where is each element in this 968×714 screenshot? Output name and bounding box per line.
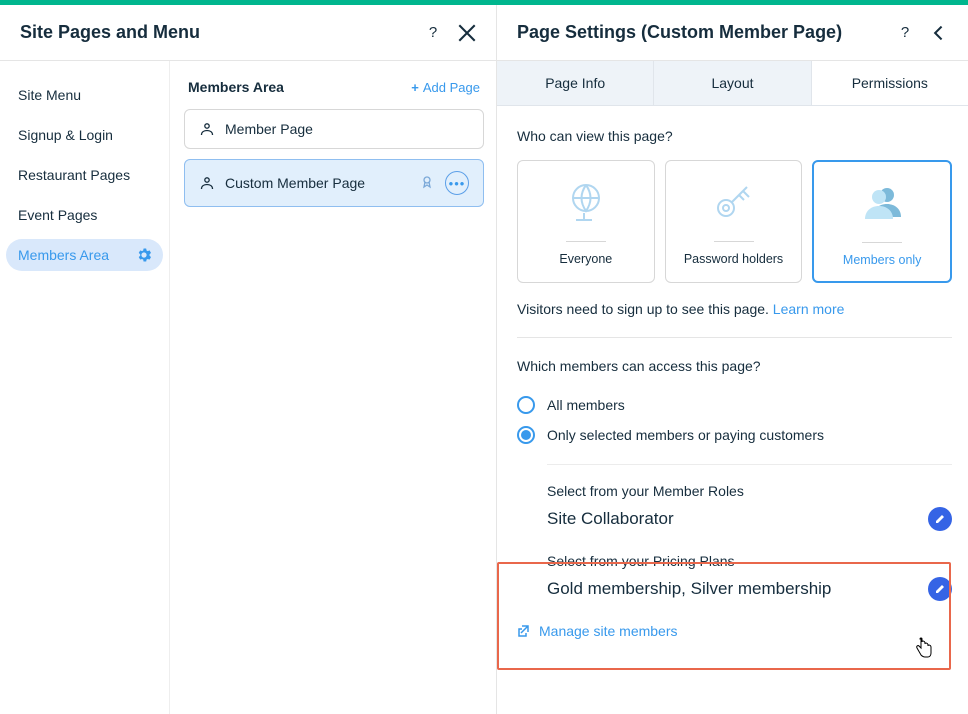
view-card-label: Password holders <box>684 252 783 266</box>
sidebar-item-label: Members Area <box>18 247 109 263</box>
person-icon <box>199 121 215 137</box>
tab-permissions[interactable]: Permissions <box>812 61 968 105</box>
add-page-button[interactable]: + Add Page <box>411 80 480 95</box>
sidebar-item-label: Signup & Login <box>18 127 113 143</box>
sidebar-item-members-area[interactable]: Members Area <box>6 239 163 271</box>
sidebar-item-event-pages[interactable]: Event Pages <box>6 199 163 231</box>
plus-icon: + <box>411 80 419 95</box>
sidebar-item-signup-login[interactable]: Signup & Login <box>6 119 163 151</box>
right-panel-header: Page Settings (Custom Member Page) ? <box>497 5 968 61</box>
signup-hint: Visitors need to sign up to see this pag… <box>517 301 952 317</box>
page-item-label: Member Page <box>225 121 313 137</box>
tab-label: Layout <box>711 75 753 91</box>
gear-icon <box>137 248 151 262</box>
right-panel-title: Page Settings (Custom Member Page) <box>517 22 842 43</box>
page-item-custom-member-page[interactable]: Custom Member Page ••• <box>184 159 484 207</box>
help-icon[interactable]: ? <box>896 24 914 42</box>
help-icon[interactable]: ? <box>424 24 442 42</box>
page-list-title: Members Area <box>188 79 284 95</box>
sidebar-item-label: Event Pages <box>18 207 97 223</box>
close-icon[interactable] <box>458 24 476 42</box>
dots-icon: ••• <box>449 176 466 191</box>
learn-more-link[interactable]: Learn more <box>773 301 845 317</box>
left-panel-header: Site Pages and Menu ? <box>0 5 496 61</box>
radio-icon <box>517 396 535 414</box>
add-page-label: Add Page <box>423 80 480 95</box>
sidebar: Site Menu Signup & Login Restaurant Page… <box>0 61 170 714</box>
tab-label: Page Info <box>545 75 605 91</box>
edit-member-roles-button[interactable] <box>928 507 952 531</box>
manage-link-label: Manage site members <box>539 623 678 639</box>
members-icon <box>857 180 907 228</box>
page-item-label: Custom Member Page <box>225 175 365 191</box>
radio-label: Only selected members or paying customer… <box>547 427 824 443</box>
tabs: Page Info Layout Permissions <box>497 61 968 106</box>
radio-label: All members <box>547 397 625 413</box>
page-item-member-page[interactable]: Member Page <box>184 109 484 149</box>
sidebar-item-restaurant-pages[interactable]: Restaurant Pages <box>6 159 163 191</box>
view-card-password-holders[interactable]: Password holders <box>665 160 803 283</box>
sidebar-item-site-menu[interactable]: Site Menu <box>6 79 163 111</box>
radio-selected-members[interactable]: Only selected members or paying customer… <box>517 420 952 450</box>
site-pages-panel: Site Pages and Menu ? Site Menu Signup &… <box>0 5 497 714</box>
radio-icon <box>517 426 535 444</box>
badge-icon <box>421 174 437 193</box>
radio-all-members[interactable]: All members <box>517 390 952 420</box>
view-card-members-only[interactable]: Members only <box>812 160 952 283</box>
view-card-label: Members only <box>843 253 922 267</box>
more-options-button[interactable]: ••• <box>445 171 469 195</box>
back-icon[interactable] <box>930 24 948 42</box>
view-card-everyone[interactable]: Everyone <box>517 160 655 283</box>
pricing-plans-value: Gold membership, Silver membership <box>547 579 831 599</box>
page-list: Members Area + Add Page Member Page <box>170 61 496 714</box>
pricing-plans-label: Select from your Pricing Plans <box>547 553 952 569</box>
tab-layout[interactable]: Layout <box>654 61 811 105</box>
member-roles-value: Site Collaborator <box>547 509 674 529</box>
sidebar-item-label: Site Menu <box>18 87 81 103</box>
tab-page-info[interactable]: Page Info <box>497 61 654 105</box>
view-card-label: Everyone <box>559 252 612 266</box>
manage-site-members-link[interactable]: Manage site members <box>517 623 952 639</box>
edit-pricing-plans-button[interactable] <box>928 577 952 601</box>
tab-label: Permissions <box>852 75 928 91</box>
page-settings-panel: Page Settings (Custom Member Page) ? Pag… <box>497 5 968 714</box>
left-panel-title: Site Pages and Menu <box>20 22 200 43</box>
which-members-label: Which members can access this page? <box>517 358 952 374</box>
key-icon <box>709 179 759 227</box>
member-roles-label: Select from your Member Roles <box>547 483 952 499</box>
globe-icon <box>561 179 611 227</box>
sidebar-item-label: Restaurant Pages <box>18 167 130 183</box>
person-icon <box>199 175 215 191</box>
who-can-view-label: Who can view this page? <box>517 128 952 144</box>
